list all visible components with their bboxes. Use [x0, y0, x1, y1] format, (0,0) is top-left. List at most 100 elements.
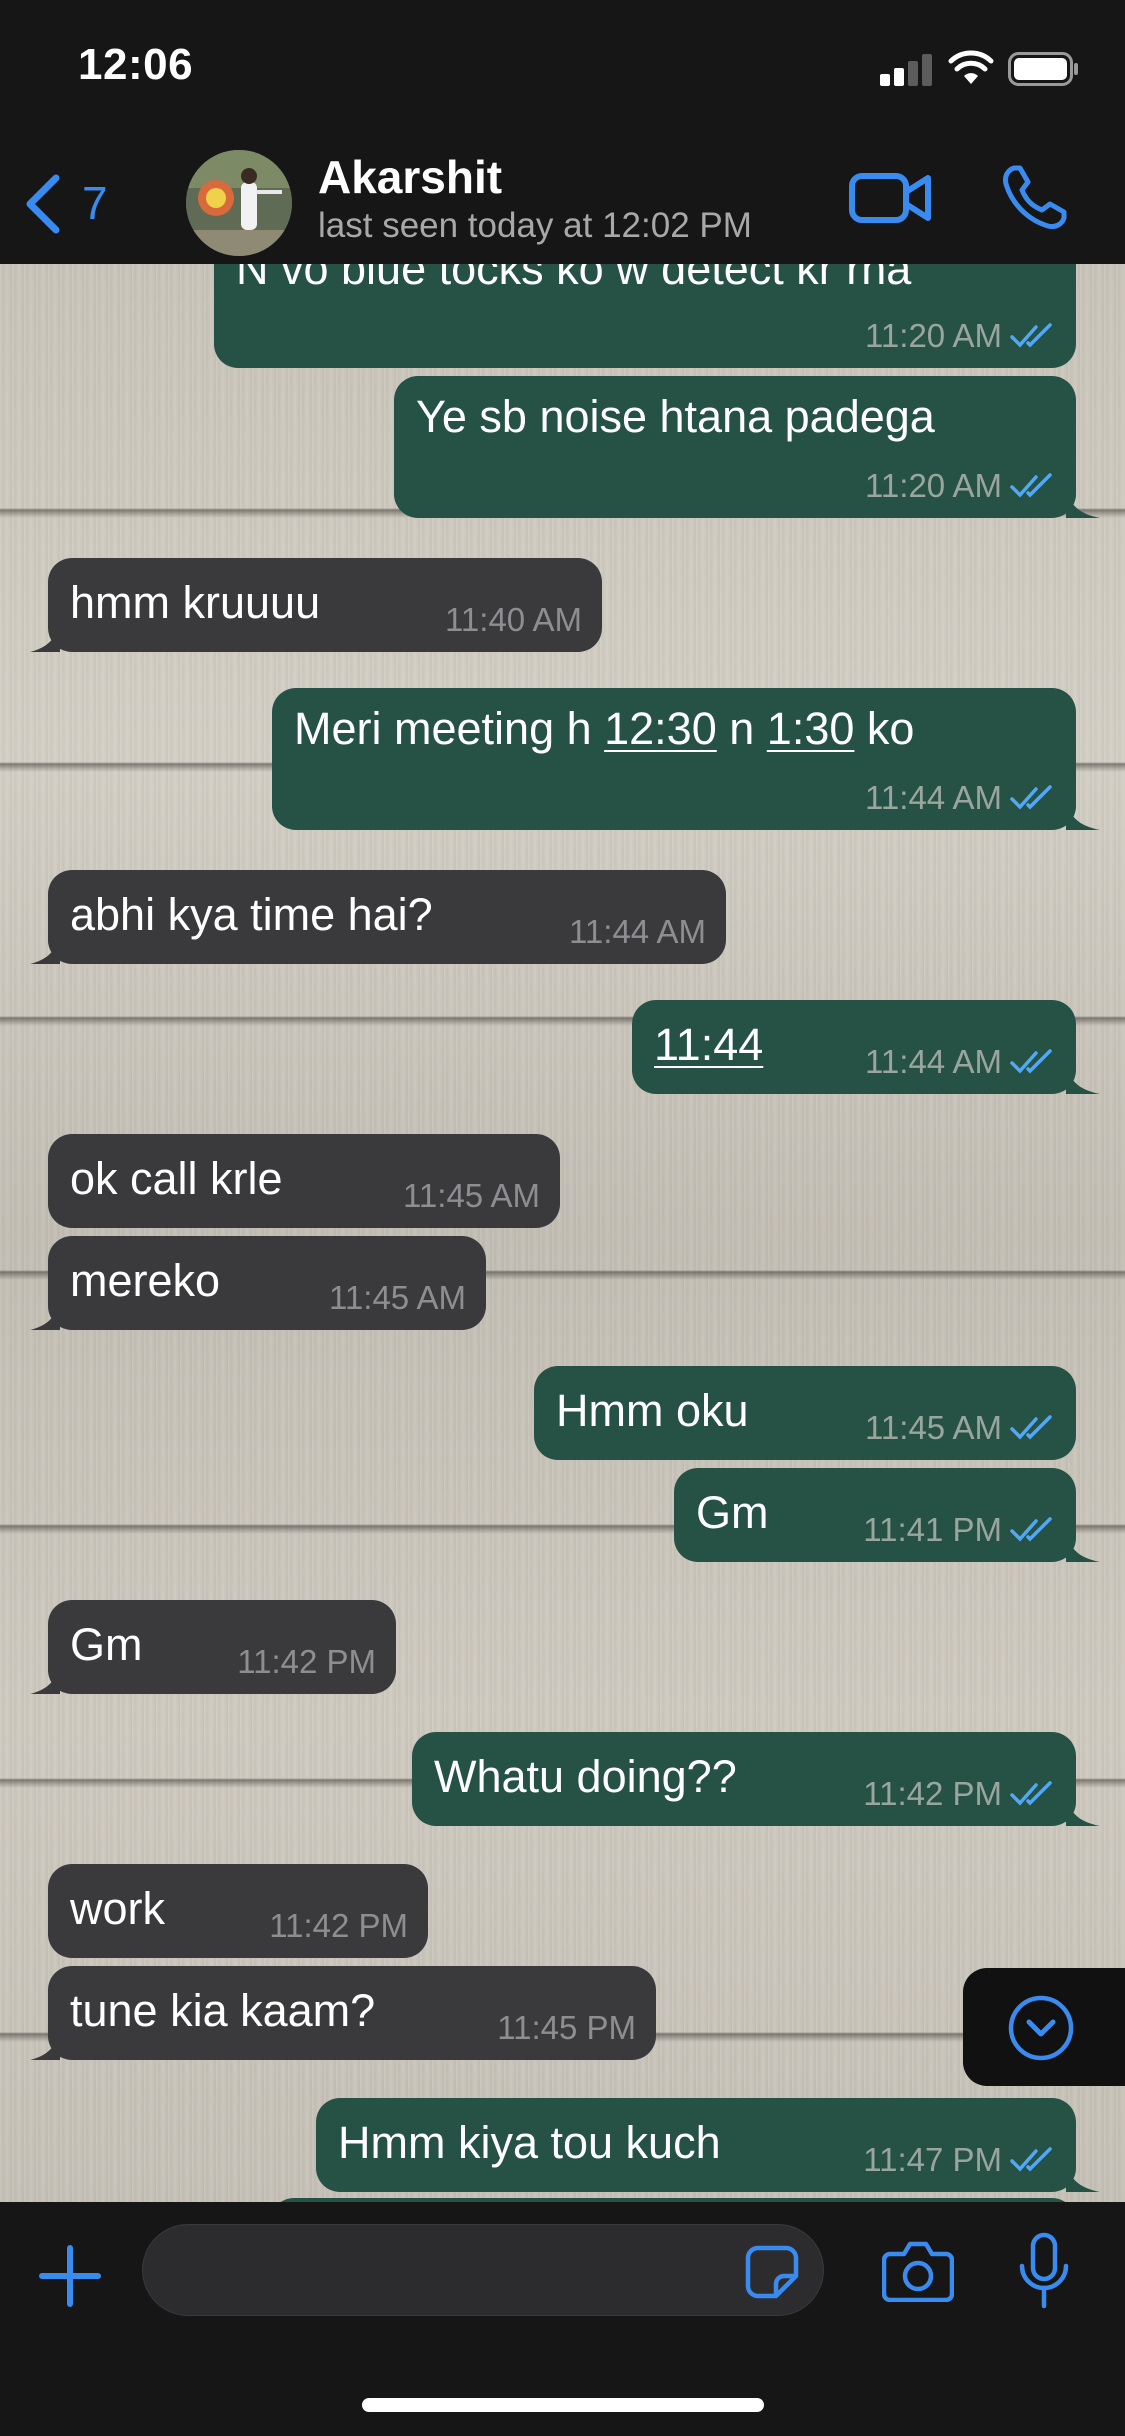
message-meta: 11:45 PM [497, 2011, 636, 2044]
message-time: 11:44 AM [865, 1043, 1002, 1080]
bubble-tail [30, 1664, 60, 1694]
message-bubble-outgoing[interactable]: Meri meeting h 12:30 n 1:30 ko 11:44 AM [272, 688, 1100, 830]
message-text: N vo blue tocks ko w detect kr rha [236, 264, 912, 294]
message-bubble-incoming[interactable]: hmm kruuuu 11:40 AM [30, 558, 602, 652]
message-bubble-outgoing[interactable]: Hmm oku 11:45 AM [534, 1366, 1076, 1460]
double-check-icon [1010, 322, 1052, 348]
message-bubble-outgoing[interactable]: Gm 11:41 PM [674, 1468, 1100, 1562]
message-text: Hmm kiya tou kuch [338, 2117, 721, 2168]
message-time: 11:40 AM [445, 601, 582, 638]
double-check-icon [1010, 472, 1052, 498]
chevron-down-circle-icon [1008, 1995, 1074, 2061]
message-bubble-incoming[interactable]: mereko 11:45 AM [30, 1236, 486, 1330]
bubble-tail [1066, 2162, 1100, 2192]
double-check-icon [1010, 1516, 1052, 1542]
message-time: 11:45 AM [865, 1409, 1002, 1446]
bubble-tail [1066, 1532, 1100, 1562]
home-indicator [362, 2398, 764, 2412]
cellular-signal-icon [880, 52, 936, 86]
message-text: ok call krle [70, 1153, 283, 1204]
message-meta: 11:45 AM [403, 1179, 540, 1212]
message-time: 11:45 PM [497, 2009, 636, 2046]
bubble-tail [1066, 1064, 1100, 1094]
message-bubble-incoming[interactable]: Gm 11:42 PM [30, 1600, 396, 1694]
message-time: 11:20 AM [865, 317, 1002, 354]
message-meta: 11:20 AM [865, 469, 1056, 502]
message-time: 11:47 PM [863, 2141, 1002, 2178]
status-bar: 12:06 [0, 0, 1125, 134]
double-check-icon [1010, 1048, 1052, 1074]
message-text: mereko [70, 1255, 221, 1306]
message-meta: 11:40 AM [445, 603, 582, 636]
bubble-tail [30, 2030, 60, 2060]
message-time: 11:45 AM [403, 1177, 540, 1214]
message-text: tune kia kaam? [70, 1985, 376, 2036]
message-bubble-outgoing[interactable]: Hmm kiya tou kuch 11:47 PM [316, 2098, 1100, 2192]
message-bubble-outgoing[interactable]: 11:44 11:44 AM [632, 1000, 1100, 1094]
message-text: Whatu doing?? [434, 1751, 737, 1802]
avatar[interactable] [186, 150, 292, 256]
plus-icon[interactable] [38, 2244, 102, 2308]
message-meta: 11:45 AM [329, 1281, 466, 1314]
message-list[interactable]: N vo blue tocks ko w detect kr rha 11:20… [0, 264, 1125, 2202]
message-input[interactable] [142, 2224, 824, 2316]
message-time: 11:44 AM [569, 913, 706, 950]
battery-icon [1008, 52, 1078, 86]
message-time: 11:45 AM [329, 1279, 466, 1316]
message-time: 11:42 PM [269, 1907, 408, 1944]
message-time: 11:20 AM [865, 467, 1002, 504]
bubble-tail [1066, 1796, 1100, 1826]
message-text: Gm [70, 1619, 143, 1670]
chat-header: 7 Akarshit last seen today at 12:02 PM [0, 134, 1125, 264]
contact-name[interactable]: Akarshit [318, 150, 502, 204]
message-meta: 11:47 PM [863, 2143, 1056, 2176]
message-text: work [70, 1883, 166, 1934]
bubble-tail [1066, 488, 1100, 518]
chat-screen: 12:06 7 Akarshit last seen today at 12:0… [0, 0, 1125, 2436]
double-check-icon [1010, 2146, 1052, 2172]
message-meta: 11:42 PM [237, 1645, 376, 1678]
message-bubble-outgoing[interactable]: N vo blue tocks ko w detect kr rha 11:20… [214, 264, 1076, 368]
sticker-icon[interactable] [744, 2244, 800, 2300]
message-text: abhi kya time hai? [70, 889, 433, 940]
input-bar [0, 2202, 1125, 2436]
message-bubble-incoming[interactable]: work 11:42 PM [48, 1864, 428, 1958]
message-meta: 11:44 AM [865, 1045, 1056, 1078]
message-meta: 11:44 AM [865, 781, 1056, 814]
chevron-left-icon [26, 174, 60, 234]
double-check-icon [1010, 1414, 1052, 1440]
video-camera-icon[interactable] [848, 166, 932, 230]
message-meta: 11:20 AM [865, 319, 1056, 352]
message-text: Hmm oku [556, 1385, 749, 1436]
message-meta: 11:45 AM [865, 1411, 1056, 1444]
camera-icon[interactable] [882, 2240, 954, 2302]
message-text: 11:44 [654, 1019, 764, 1070]
message-meta: 11:42 PM [269, 1909, 408, 1942]
bubble-tail [30, 1300, 60, 1330]
microphone-icon[interactable] [1018, 2232, 1070, 2310]
message-text: hmm kruuuu [70, 577, 321, 628]
back-button[interactable]: 7 [20, 162, 120, 242]
double-check-icon [1010, 784, 1052, 810]
message-time: 11:44 AM [865, 779, 1002, 816]
message-meta: 11:44 AM [569, 915, 706, 948]
scroll-to-bottom-button[interactable] [963, 1968, 1125, 2086]
message-text: Gm [696, 1487, 769, 1538]
double-check-icon [1010, 1780, 1052, 1806]
message-meta: 11:42 PM [863, 1777, 1056, 1810]
bubble-tail [30, 934, 60, 964]
message-time: 11:42 PM [237, 1643, 376, 1680]
message-bubble-incoming[interactable]: abhi kya time hai? 11:44 AM [30, 870, 726, 964]
message-bubble-incoming[interactable]: tune kia kaam? 11:45 PM [30, 1966, 656, 2060]
message-time: 11:42 PM [863, 1775, 1002, 1812]
message-text: Meri meeting h 12:30 n 1:30 ko [294, 703, 915, 754]
message-text: Ye sb noise htana padega [416, 391, 935, 442]
message-bubble-incoming[interactable]: ok call krle 11:45 AM [48, 1134, 560, 1228]
unread-count: 7 [82, 177, 108, 229]
wifi-icon [948, 50, 994, 84]
bubble-tail [1066, 800, 1100, 830]
phone-icon[interactable] [1000, 162, 1070, 232]
message-bubble-outgoing[interactable]: Whatu doing?? 11:42 PM [412, 1732, 1100, 1826]
message-bubble-outgoing[interactable]: Ye sb noise htana padega 11:20 AM [394, 376, 1100, 518]
status-time: 12:06 [78, 40, 194, 89]
